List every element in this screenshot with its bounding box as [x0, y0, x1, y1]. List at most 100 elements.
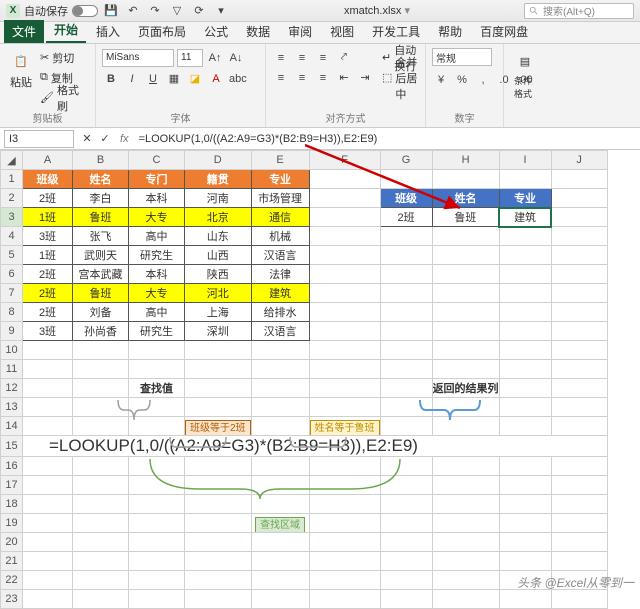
cell-H9[interactable] — [432, 322, 499, 341]
cell-A19[interactable] — [23, 514, 73, 533]
cell-J14[interactable] — [551, 417, 607, 436]
cell-G23[interactable] — [380, 590, 432, 609]
cell-E17[interactable] — [251, 476, 309, 495]
cell-B9[interactable]: 孙尚香 — [73, 322, 129, 341]
cell-F14[interactable]: 姓名等于鲁班 — [309, 417, 380, 436]
indent-inc-icon[interactable]: ⇥ — [356, 69, 374, 87]
cell-E13[interactable] — [251, 398, 309, 417]
cell-I2[interactable]: 专业 — [499, 189, 551, 208]
cell-B11[interactable] — [73, 360, 129, 379]
cell-F11[interactable] — [309, 360, 380, 379]
align-mid-icon[interactable]: ≡ — [293, 49, 311, 67]
cell-G11[interactable] — [380, 360, 432, 379]
cell-D22[interactable] — [185, 571, 252, 590]
cell-I7[interactable] — [499, 284, 551, 303]
cell-H20[interactable] — [432, 533, 499, 552]
cell-D3[interactable]: 北京 — [185, 208, 252, 227]
refresh-icon[interactable]: ⟳ — [190, 2, 208, 20]
cell-G22[interactable] — [380, 571, 432, 590]
font-name-select[interactable]: MiSans — [102, 49, 174, 67]
cell-F2[interactable] — [309, 189, 380, 208]
cell-E8[interactable]: 给排水 — [251, 303, 309, 322]
col-header-B[interactable]: B — [73, 151, 129, 170]
cell-H7[interactable] — [432, 284, 499, 303]
cell-I14[interactable] — [499, 417, 551, 436]
cell-B21[interactable] — [73, 552, 129, 571]
cell-B6[interactable]: 宫本武藏 — [73, 265, 129, 284]
cell-I9[interactable] — [499, 322, 551, 341]
cell-F21[interactable] — [309, 552, 380, 571]
col-header-E[interactable]: E — [251, 151, 309, 170]
cell-B20[interactable] — [73, 533, 129, 552]
cell-J11[interactable] — [551, 360, 607, 379]
cell-E5[interactable]: 汉语言 — [251, 246, 309, 265]
tab-home[interactable]: 开始 — [46, 18, 86, 43]
indent-dec-icon[interactable]: ⇤ — [335, 69, 353, 87]
tab-data[interactable]: 数据 — [238, 20, 278, 43]
cell-A6[interactable]: 2班 — [23, 265, 73, 284]
cell-B1[interactable]: 姓名 — [73, 170, 129, 189]
cell-D18[interactable] — [185, 495, 252, 514]
decrease-font-icon[interactable]: A↓ — [227, 49, 245, 67]
cell-A16[interactable] — [23, 457, 73, 476]
cell-C9[interactable]: 研究生 — [129, 322, 185, 341]
row-header-23[interactable]: 23 — [1, 590, 23, 609]
cell-A8[interactable]: 2班 — [23, 303, 73, 322]
cell-A9[interactable]: 3班 — [23, 322, 73, 341]
cell-C17[interactable] — [129, 476, 185, 495]
cell-H14[interactable] — [432, 417, 499, 436]
cell-B5[interactable]: 武则天 — [73, 246, 129, 265]
cell-G18[interactable] — [380, 495, 432, 514]
cell-J9[interactable] — [551, 322, 607, 341]
cell-G6[interactable] — [380, 265, 432, 284]
cell-B3[interactable]: 鲁班 — [73, 208, 129, 227]
cell-E2[interactable]: 市场管理 — [251, 189, 309, 208]
cell-I12[interactable] — [499, 379, 551, 398]
cell-D10[interactable] — [185, 341, 252, 360]
cell-D16[interactable] — [185, 457, 252, 476]
cell-C3[interactable]: 大专 — [129, 208, 185, 227]
col-header-G[interactable]: G — [380, 151, 432, 170]
cell-F17[interactable] — [309, 476, 380, 495]
col-header-A[interactable]: A — [23, 151, 73, 170]
cell-H1[interactable] — [432, 170, 499, 189]
cell-F5[interactable] — [309, 246, 380, 265]
cell-C16[interactable] — [129, 457, 185, 476]
cell-I16[interactable] — [499, 457, 551, 476]
cell-C20[interactable] — [129, 533, 185, 552]
cell-A15[interactable]: =LOOKUP(1,0/((A2:A9=G3)*(B2:B9=H3)),E2:E… — [23, 436, 608, 457]
cell-B16[interactable] — [73, 457, 129, 476]
row-header-16[interactable]: 16 — [1, 457, 23, 476]
fill-color-button[interactable]: ◪ — [186, 70, 204, 88]
cell-D8[interactable]: 上海 — [185, 303, 252, 322]
merge-button[interactable]: ⬚合并后居中 — [382, 68, 419, 87]
conditional-format-button[interactable]: ▤ 条件格式 — [510, 48, 540, 102]
cell-G19[interactable] — [380, 514, 432, 533]
row-header-19[interactable]: 19 — [1, 514, 23, 533]
cell-I11[interactable] — [499, 360, 551, 379]
tab-file[interactable]: 文件 — [4, 20, 44, 43]
cell-F10[interactable] — [309, 341, 380, 360]
cell-D4[interactable]: 山东 — [185, 227, 252, 246]
cell-C23[interactable] — [129, 590, 185, 609]
row-header-11[interactable]: 11 — [1, 360, 23, 379]
cell-A22[interactable] — [23, 571, 73, 590]
cell-I8[interactable] — [499, 303, 551, 322]
increase-font-icon[interactable]: A↑ — [206, 49, 224, 67]
cell-I18[interactable] — [499, 495, 551, 514]
cell-H11[interactable] — [432, 360, 499, 379]
cell-D7[interactable]: 河北 — [185, 284, 252, 303]
orientation-icon[interactable]: ⤤ — [335, 49, 353, 67]
cell-D11[interactable] — [185, 360, 252, 379]
cell-E20[interactable] — [251, 533, 309, 552]
row-header-2[interactable]: 2 — [1, 189, 23, 208]
cell-C11[interactable] — [129, 360, 185, 379]
col-header-C[interactable]: C — [129, 151, 185, 170]
align-bot-icon[interactable]: ≡ — [314, 49, 332, 67]
cell-A13[interactable] — [23, 398, 73, 417]
cell-A17[interactable] — [23, 476, 73, 495]
tab-layout[interactable]: 页面布局 — [130, 20, 194, 43]
cell-C1[interactable]: 专门 — [129, 170, 185, 189]
cell-F9[interactable] — [309, 322, 380, 341]
cell-C7[interactable]: 大专 — [129, 284, 185, 303]
